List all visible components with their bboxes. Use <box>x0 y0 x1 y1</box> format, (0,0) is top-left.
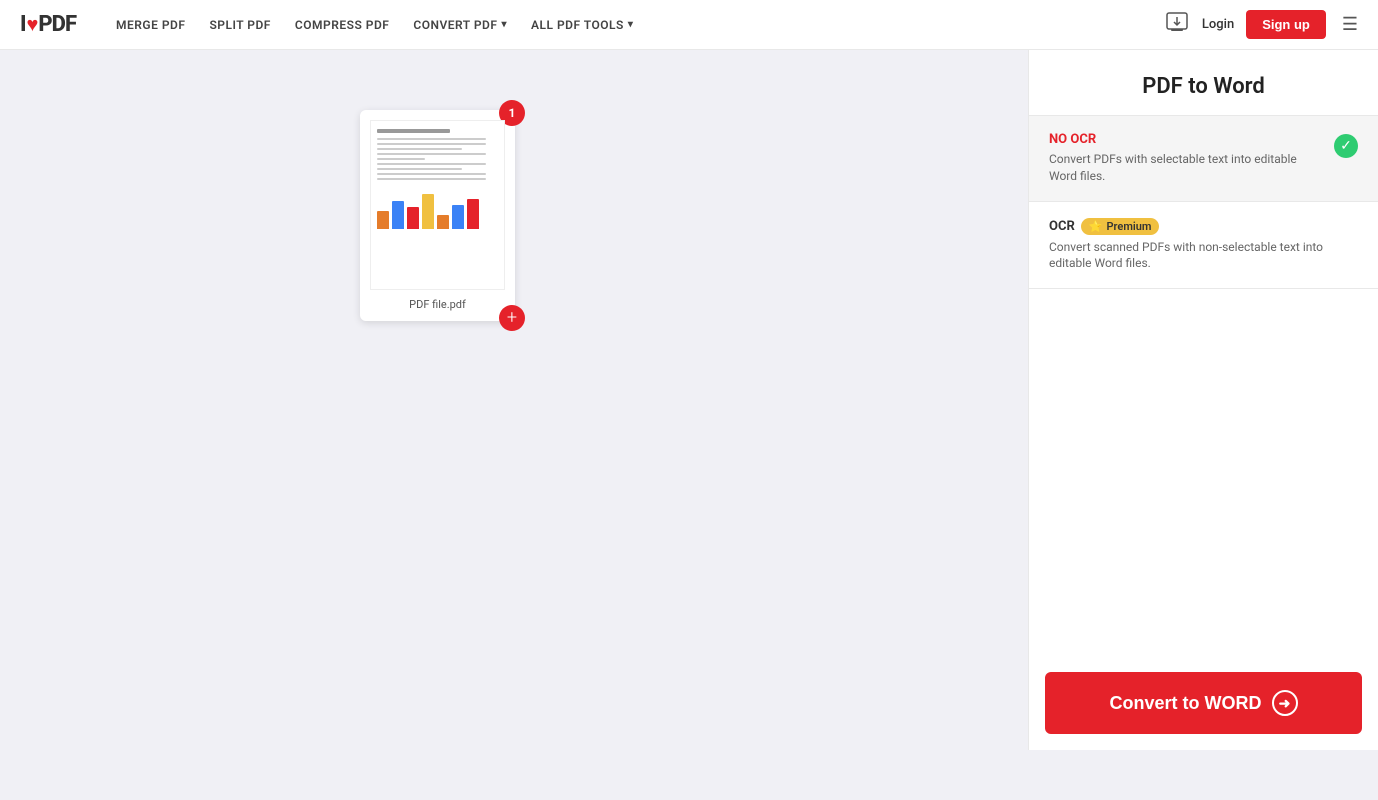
no-ocr-description: Convert PDFs with selectable text into e… <box>1049 151 1322 185</box>
nav-all-tools[interactable]: ALL PDF TOOLS ▾ <box>521 12 643 38</box>
convert-button-wrapper: Convert to WORD ➜ <box>1029 656 1378 750</box>
logo-text: I♥PDF <box>20 12 76 37</box>
no-ocr-option[interactable]: NO OCR Convert PDFs with selectable text… <box>1029 116 1378 202</box>
add-file-badge[interactable]: + <box>499 305 525 331</box>
convert-to-word-button[interactable]: Convert to WORD ➜ <box>1045 672 1362 734</box>
thumb-line-9 <box>377 178 486 180</box>
thumb-line-4 <box>377 153 486 155</box>
logo-pdf: PDF <box>38 12 76 37</box>
sidebar-title: PDF to Word <box>1029 50 1378 116</box>
chart-bar-5 <box>437 215 449 229</box>
thumb-line-2 <box>377 143 486 145</box>
pdf-thumbnail <box>370 120 505 290</box>
thumb-line-7 <box>377 168 462 170</box>
pdf-filename-label: PDF file.pdf <box>370 298 505 311</box>
main-nav: MERGE PDF SPLIT PDF COMPRESS PDF CONVERT… <box>106 12 1164 38</box>
chart-bar-2 <box>392 201 404 229</box>
ocr-description: Convert scanned PDFs with non-selectable… <box>1049 239 1358 273</box>
nav-split-pdf[interactable]: SPLIT PDF <box>199 12 280 38</box>
nav-compress-pdf[interactable]: COMPRESS PDF <box>285 12 399 38</box>
ocr-title: OCR <box>1049 219 1075 234</box>
header: I♥PDF MERGE PDF SPLIT PDF COMPRESS PDF C… <box>0 0 1378 50</box>
content-area: 1 <box>0 50 1028 750</box>
pdf-file-card-wrapper: 1 <box>360 110 1028 321</box>
no-ocr-title: NO OCR <box>1049 132 1322 147</box>
thumb-chart <box>377 189 498 229</box>
download-app-icon[interactable] <box>1164 10 1190 40</box>
no-ocr-check-icon: ✓ <box>1334 134 1358 158</box>
nav-merge-pdf[interactable]: MERGE PDF <box>106 12 195 38</box>
chart-bar-1 <box>377 211 389 229</box>
main-layout: 1 <box>0 50 1378 750</box>
convert-pdf-chevron-icon: ▾ <box>501 19 507 30</box>
ocr-option[interactable]: OCR ⭐ Premium Convert scanned PDFs with … <box>1029 202 1378 290</box>
nav-convert-pdf[interactable]: CONVERT PDF ▾ <box>403 12 517 38</box>
logo-heart-icon: ♥ <box>27 12 38 36</box>
chart-bar-3 <box>407 207 419 229</box>
convert-arrow-icon: ➜ <box>1272 690 1298 716</box>
chart-bar-4 <box>422 194 434 229</box>
login-button[interactable]: Login <box>1202 17 1234 32</box>
thumb-line-5 <box>377 158 425 160</box>
thumb-title-line <box>377 129 450 133</box>
all-tools-chevron-icon: ▾ <box>628 19 634 30</box>
premium-star-icon: ⭐ <box>1089 220 1103 233</box>
header-right: Login Sign up ☰ <box>1164 10 1358 40</box>
thumb-line-3 <box>377 148 462 150</box>
logo-i: I <box>20 12 26 37</box>
thumb-line-1 <box>377 138 486 140</box>
thumb-line-8 <box>377 173 486 175</box>
chart-bar-7 <box>467 199 479 229</box>
pdf-file-card[interactable]: PDF file.pdf <box>360 110 515 321</box>
signup-button[interactable]: Sign up <box>1246 10 1326 39</box>
logo[interactable]: I♥PDF <box>20 12 76 37</box>
sidebar-spacer <box>1029 289 1378 656</box>
sidebar: PDF to Word NO OCR Convert PDFs with sel… <box>1028 50 1378 750</box>
thumb-line-6 <box>377 163 486 165</box>
hamburger-menu-icon[interactable]: ☰ <box>1342 14 1358 35</box>
no-ocr-content: NO OCR Convert PDFs with selectable text… <box>1049 132 1322 185</box>
chart-bar-6 <box>452 205 464 229</box>
premium-badge: ⭐ Premium <box>1081 218 1160 235</box>
ocr-title-row: OCR ⭐ Premium <box>1049 218 1358 235</box>
ocr-content: OCR ⭐ Premium Convert scanned PDFs with … <box>1049 218 1358 273</box>
